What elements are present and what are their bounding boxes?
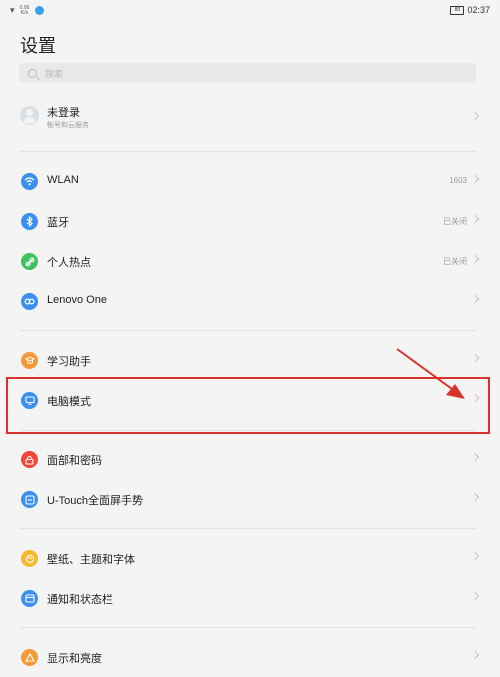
pointer-arrow (396, 348, 465, 399)
